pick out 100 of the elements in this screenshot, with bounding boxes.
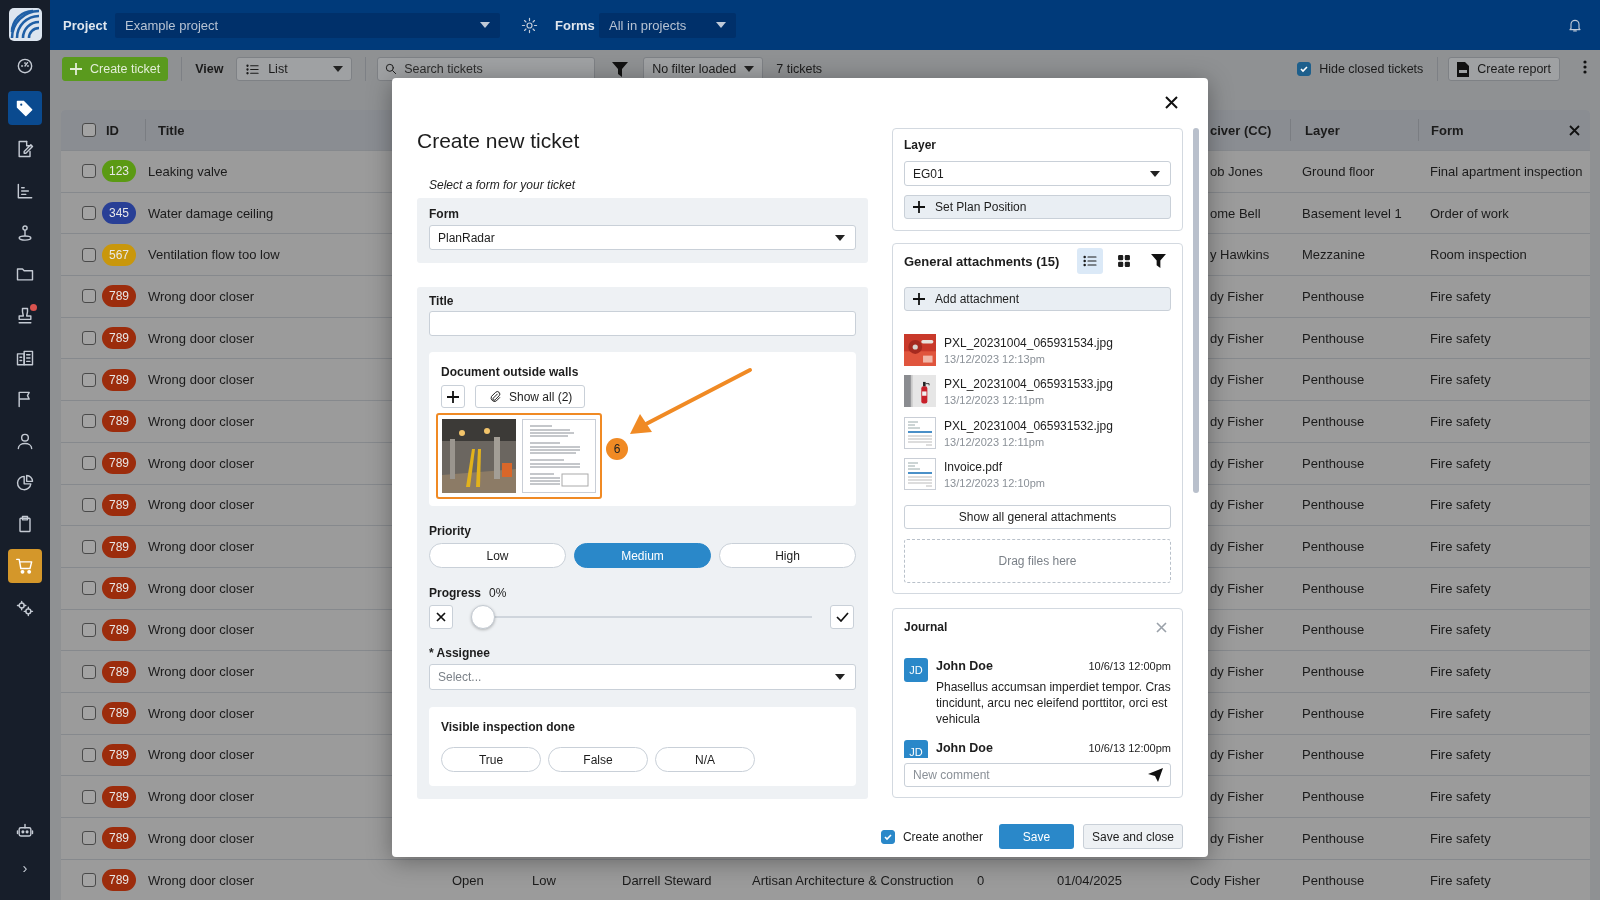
priority-option[interactable]: Low [429,543,566,568]
table-cell: Wrong door closer [148,497,254,513]
select-field[interactable]: EG01 [904,161,1171,186]
author-name: John Doe [936,658,993,674]
drop-zone[interactable]: Drag files here [904,539,1171,584]
close-button[interactable] [1569,124,1580,136]
checkbox[interactable] [82,372,96,387]
table-cell: Wrong door closer [148,372,254,388]
check-icon [835,612,849,622]
table-cell: Fire safety [1430,580,1491,596]
save-button[interactable]: Save [999,824,1074,849]
answer-option[interactable]: False [548,747,648,772]
forms-select[interactable]: All in projects [599,12,736,38]
plus-icon [70,63,82,75]
checkbox[interactable] [82,706,96,721]
save-close-button[interactable]: Save and close [1083,824,1183,849]
search-field[interactable]: Search tickets [377,57,596,81]
checkbox[interactable] [82,206,96,221]
table-cell: Fire safety [1430,372,1491,388]
checkbox[interactable] [82,539,96,554]
sidebar-item[interactable] [8,549,42,584]
checkbox[interactable] [82,164,96,179]
priority-option[interactable]: High [719,543,856,568]
answer-option[interactable]: N/A [655,747,755,772]
table-cell: Darrell Steward [622,872,712,888]
view-select[interactable]: List [236,57,353,81]
table-cell: Cody Fisher [1190,872,1261,888]
checkbox[interactable] [82,331,96,346]
checkbox[interactable] [82,747,96,762]
id-badge: 789 [102,285,136,308]
select-field[interactable]: Select... [429,664,856,690]
ticket-count: 7 tickets [776,61,823,78]
expand-button[interactable]: › [18,860,32,876]
checkbox[interactable] [82,497,96,512]
clear-button[interactable] [429,605,453,629]
checkbox[interactable] [82,581,96,596]
checkbox[interactable] [82,289,96,304]
entry-date: 10/6/13 12:00pm [1088,741,1171,756]
file-date: 13/12/2023 12:11pm [944,434,1045,449]
show-all-button[interactable]: Show all general attachments [904,505,1171,530]
filter-select[interactable]: No filter loaded [643,57,764,81]
id-badge: 789 [102,368,136,391]
table-cell: Fire safety [1430,622,1491,638]
project-select[interactable]: Example project [115,12,500,38]
answer-option[interactable]: True [441,747,541,772]
grid-icon [1116,253,1132,269]
pie-chart-icon [15,472,35,493]
field-label: View [195,61,225,78]
checkbox[interactable] [82,873,96,888]
step-badge: 6 [606,438,628,460]
id-badge: 789 [102,743,136,766]
show-all-button[interactable]: Show all (2) [475,385,586,408]
file-name: Invoice.pdf [944,458,1003,476]
field-label: Layer [904,137,937,153]
id-badge: 789 [102,618,136,641]
checkbox[interactable] [82,456,96,471]
comment-field[interactable]: New comment [904,763,1171,787]
notifications-button[interactable] [1567,17,1583,33]
checkbox[interactable] [82,414,96,429]
priority-option[interactable]: Medium [574,543,711,568]
view-toggle[interactable] [1077,248,1103,274]
logo-icon [8,8,42,41]
slider-thumb[interactable] [471,605,495,629]
table-cell: dy Fisher [1210,455,1264,471]
table-cell: Wrong door closer [148,330,254,346]
bell-icon [1567,17,1583,33]
field-label: Project [63,17,109,33]
checkbox[interactable] [82,789,96,804]
table-cell: Penthouse [1302,372,1365,388]
table-cell: Wrong door closer [148,664,254,680]
text-field[interactable] [429,311,856,336]
table-cell: dy Fisher [1210,705,1264,721]
select-field[interactable]: PlanRadar [429,225,856,250]
add-button[interactable] [441,385,465,408]
id-badge: 789 [102,702,136,725]
checkbox[interactable] [82,622,96,637]
column-header: ID [106,122,119,138]
checkbox[interactable] [82,123,96,137]
caret-icon [744,66,755,72]
progress-reading: 0% [489,585,507,601]
field-label: Visible inspection done [441,719,575,735]
dialog-title: Create new ticket [417,128,580,154]
document-thumbnail [904,416,936,449]
document-thumbnail [904,457,936,490]
table-cell: Penthouse [1302,330,1365,346]
close-button[interactable] [1165,96,1178,109]
checkbox[interactable] [82,247,96,262]
add-attachment-button[interactable]: Add attachment [904,287,1171,311]
checkbox[interactable] [82,831,96,846]
table-cell: 01/04/2025 [1057,872,1123,888]
checkbox[interactable] [82,664,96,679]
set-position-button[interactable]: Set Plan Position [904,195,1171,219]
create-report-button[interactable]: Create report [1448,57,1560,81]
settings-button[interactable] [521,16,538,34]
id-badge: 789 [102,660,136,683]
cart-icon [15,556,35,577]
sidebar-item[interactable] [8,90,42,125]
table-cell: Open [452,872,484,888]
confirm-button[interactable] [830,605,854,629]
checkbox-label: Hide closed tickets [1319,62,1424,76]
